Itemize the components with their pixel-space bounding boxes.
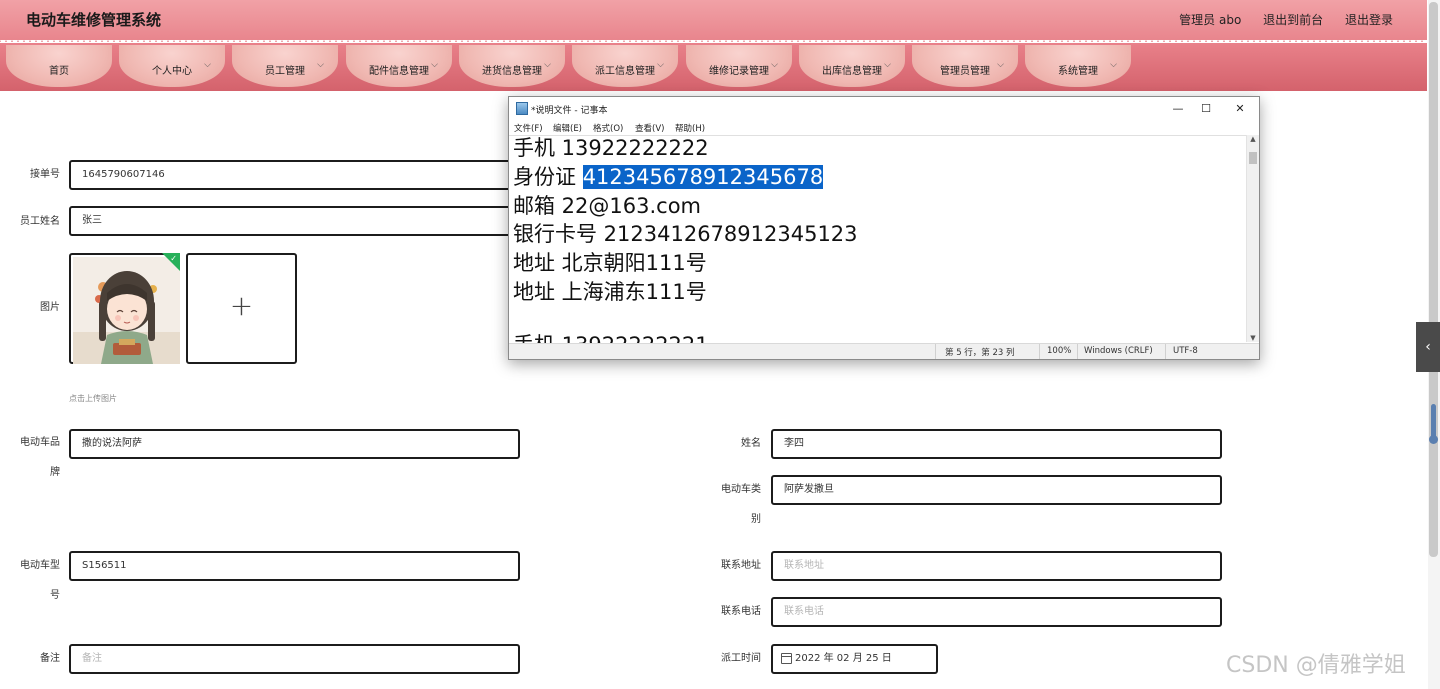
text-line: 地址 北京朝阳111号 (513, 251, 707, 275)
uploaded-picture[interactable]: ✓ (69, 253, 180, 364)
address-input[interactable]: 联系地址 (771, 551, 1222, 581)
collapse-panel-button[interactable]: ‹ (1416, 322, 1440, 372)
logout-link[interactable]: 退出登录 (1345, 13, 1393, 27)
selected-text: 412345678912345678 (582, 165, 824, 189)
customer-name-input[interactable]: 李四 (771, 429, 1222, 459)
check-icon: ✓ (170, 254, 177, 263)
notepad-icon (516, 102, 528, 115)
order-no-input[interactable]: 1645790607146 (69, 160, 524, 190)
nav-item-repair-records[interactable]: 维修记录管理 ⌵ (686, 45, 792, 87)
app-title: 电动车维修管理系统 (26, 11, 162, 29)
nav-item-system-management[interactable]: 系统管理 ⌵ (1025, 45, 1131, 87)
phone-input[interactable]: 联系电话 (771, 597, 1222, 627)
menu-help[interactable]: 帮助(H) (675, 122, 705, 134)
page-scroll-thumb[interactable] (1429, 2, 1438, 557)
scroll-up-icon[interactable]: ▲ (1247, 135, 1259, 143)
notepad-title: *说明文件 - 记事本 (531, 106, 608, 116)
zoom-level: 100% (1047, 346, 1072, 356)
chevron-down-icon: ⌵ (431, 60, 438, 70)
nav-item-parts-management[interactable]: 配件信息管理 ⌵ (346, 45, 452, 87)
exit-to-front-link[interactable]: 退出到前台 (1263, 13, 1323, 27)
remark-input[interactable]: 备注 (69, 644, 520, 674)
nav-item-home[interactable]: 首页 (6, 45, 112, 87)
nav-item-admin-management[interactable]: 管理员管理 ⌵ (912, 45, 1018, 87)
menu-edit[interactable]: 编辑(E) (553, 122, 582, 134)
notepad-text-area[interactable]: 手机 13922222222 身份证 412345678912345678 邮箱… (509, 135, 1246, 343)
chevron-down-icon: ⌵ (204, 60, 211, 70)
text-line: 身份证 412345678912345678 (513, 165, 824, 189)
menu-format[interactable]: 格式(O) (593, 122, 623, 134)
employee-name-input[interactable]: 张三 (69, 206, 524, 236)
chevron-down-icon: ⌵ (997, 60, 1004, 70)
menu-view[interactable]: 查看(V) (635, 122, 664, 134)
chevron-down-icon: ⌵ (884, 60, 891, 70)
text-line: 地址 上海浦东111号 (513, 280, 707, 304)
address-label: 联系地址 (721, 560, 761, 571)
thermometer-icon (1429, 404, 1438, 444)
remark-label: 备注 (40, 653, 60, 664)
picture-label: 图片 (40, 302, 60, 313)
text-line: 银行卡号 2123412678912345123 (513, 222, 858, 246)
nav-item-personal-center[interactable]: 个人中心 ⌵ (119, 45, 225, 87)
dispatch-time-value: 2022 年 02 月 25 日 (795, 653, 892, 664)
nav-item-employee-management[interactable]: 员工管理 ⌵ (232, 45, 338, 87)
order-no-label: 接单号 (30, 169, 60, 180)
close-button[interactable]: ✕ (1225, 100, 1255, 118)
dispatch-time-picker[interactable]: 2022 年 02 月 25 日 (771, 644, 938, 674)
text-line: 手机 13922222221 (513, 331, 709, 343)
plus-icon: + (229, 289, 254, 322)
watermark: CSDN @倩雅学姐 (1226, 653, 1406, 678)
menu-file[interactable]: 文件(F) (514, 122, 543, 134)
model-input[interactable]: S156511 (69, 551, 520, 581)
avatar (73, 257, 180, 364)
maximize-button[interactable]: ☐ (1191, 100, 1221, 118)
main-nav: 首页 个人中心 ⌵ 员工管理 ⌵ 配件信息管理 ⌵ 进货信息管理 ⌵ 派工信息管… (0, 43, 1427, 91)
scroll-thumb[interactable] (1249, 152, 1257, 164)
calendar-icon (781, 653, 792, 664)
chevron-down-icon: ⌵ (657, 60, 664, 70)
nav-item-outbound-management[interactable]: 出库信息管理 ⌵ (799, 45, 905, 87)
brand-input[interactable]: 撒的说法阿萨 (69, 429, 520, 459)
upload-hint: 点击上传图片 (69, 394, 117, 403)
top-header: 电动车维修管理系统 管理员 abo 退出到前台 退出登录 (0, 0, 1427, 42)
notepad-statusbar: 第 5 行，第 23 列 100% Windows (CRLF) UTF-8 (509, 343, 1259, 359)
line-ending: Windows (CRLF) (1084, 346, 1153, 356)
category-label: 电动车类 (721, 484, 761, 495)
notepad-scrollbar[interactable]: ▲ ▼ (1246, 135, 1259, 342)
cursor-position: 第 5 行，第 23 列 (945, 348, 1015, 358)
nav-item-purchase-management[interactable]: 进货信息管理 ⌵ (459, 45, 565, 87)
chevron-down-icon: ⌵ (1110, 60, 1117, 70)
category-label-wrap: 别 (751, 514, 761, 525)
customer-name-label: 姓名 (741, 438, 761, 449)
top-links: 管理员 abo 退出到前台 退出登录 (1161, 11, 1393, 28)
brand-label-wrap: 牌 (50, 467, 60, 478)
chevron-down-icon: ⌵ (317, 60, 324, 70)
encoding: UTF-8 (1173, 346, 1198, 356)
model-label-wrap: 号 (50, 590, 60, 601)
category-input[interactable]: 阿萨发撒旦 (771, 475, 1222, 505)
phone-label: 联系电话 (721, 606, 761, 617)
chevron-down-icon: ⌵ (771, 60, 778, 70)
text-line: 邮箱 22@163.com (513, 194, 702, 218)
chevron-down-icon: ⌵ (544, 60, 551, 70)
employee-name-label: 员工姓名 (20, 216, 60, 227)
text-line: 手机 13922222222 (513, 136, 709, 160)
notepad-window[interactable]: *说明文件 - 记事本 — ☐ ✕ 文件(F) 编辑(E) 格式(O) 查看(V… (508, 96, 1260, 360)
nav-item-label: 首页 (49, 66, 69, 77)
nav-item-dispatch-management[interactable]: 派工信息管理 ⌵ (572, 45, 678, 87)
brand-label: 电动车品 (20, 437, 60, 448)
add-picture-button[interactable]: + (186, 253, 297, 364)
model-label: 电动车型 (20, 560, 60, 571)
chevron-left-icon: ‹ (1425, 339, 1431, 355)
notepad-titlebar[interactable]: *说明文件 - 记事本 — ☐ ✕ (509, 97, 1259, 119)
minimize-button[interactable]: — (1163, 100, 1193, 118)
scroll-down-icon[interactable]: ▼ (1247, 334, 1259, 342)
dispatch-time-label: 派工时间 (721, 653, 761, 664)
current-user-label: 管理员 abo (1179, 13, 1242, 27)
